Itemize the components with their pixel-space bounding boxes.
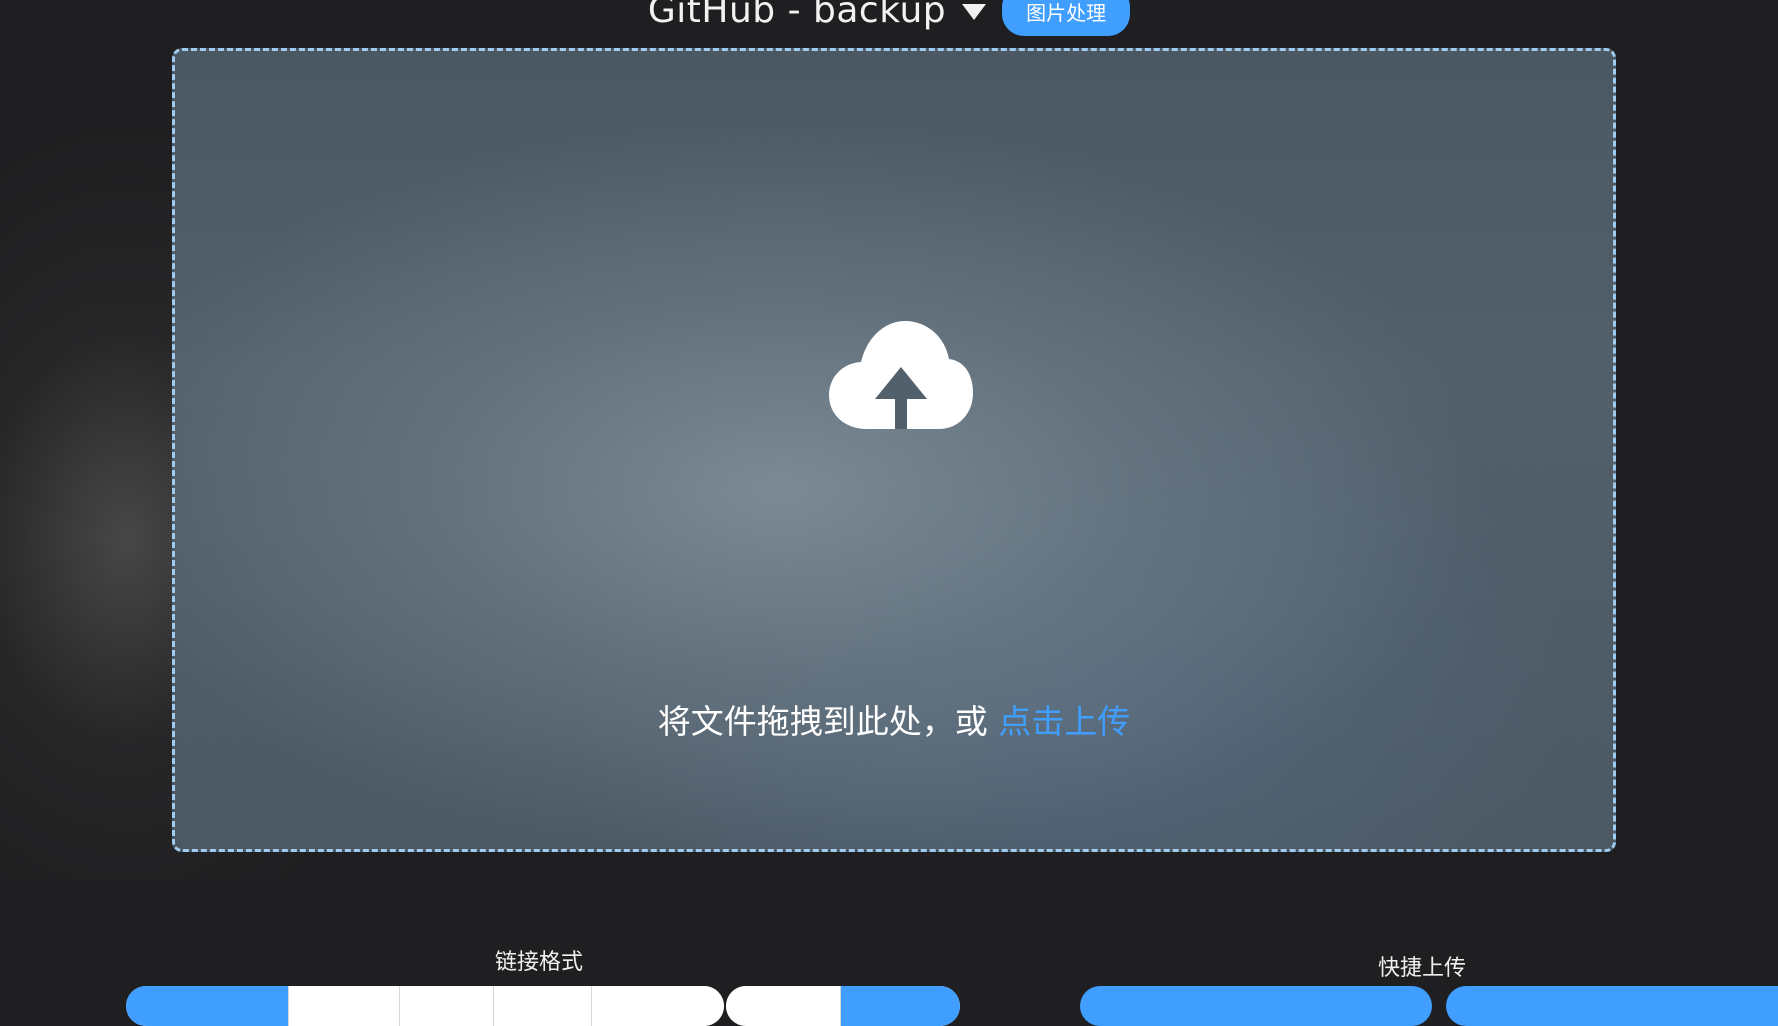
quick-upload-label: 快捷上传 xyxy=(1378,956,1467,981)
cloud-upload-icon xyxy=(829,321,973,429)
custom-link-option-1[interactable] xyxy=(726,986,841,1026)
header: GitHub - backup 图片处理 xyxy=(0,0,1778,36)
quick-upload-button-2[interactable] xyxy=(1446,986,1778,1026)
link-format-option-1[interactable] xyxy=(126,986,289,1026)
quick-upload-button-1[interactable] xyxy=(1080,986,1432,1026)
image-process-button[interactable]: 图片处理 xyxy=(1002,0,1131,36)
click-upload-link[interactable]: 点击上传 xyxy=(998,702,1130,741)
dropzone-hint: 将文件拖拽到此处，或 点击上传 xyxy=(175,695,1613,743)
chevron-down-icon[interactable] xyxy=(962,4,987,20)
link-format-option-4[interactable] xyxy=(494,986,592,1026)
link-format-option-2[interactable] xyxy=(289,986,400,1026)
picbed-title[interactable]: GitHub - backup xyxy=(648,0,946,31)
link-format-option-5[interactable] xyxy=(592,986,724,1026)
link-format-option-3[interactable] xyxy=(400,986,494,1026)
link-format-selector xyxy=(126,986,724,1026)
dropzone-hint-text: 将文件拖拽到此处，或 xyxy=(657,702,999,741)
custom-link-option-2[interactable] xyxy=(840,986,960,1026)
link-format-label: 链接格式 xyxy=(495,950,584,975)
custom-link-selector xyxy=(726,986,960,1026)
upload-dropzone[interactable]: 将文件拖拽到此处，或 点击上传 xyxy=(172,48,1616,852)
